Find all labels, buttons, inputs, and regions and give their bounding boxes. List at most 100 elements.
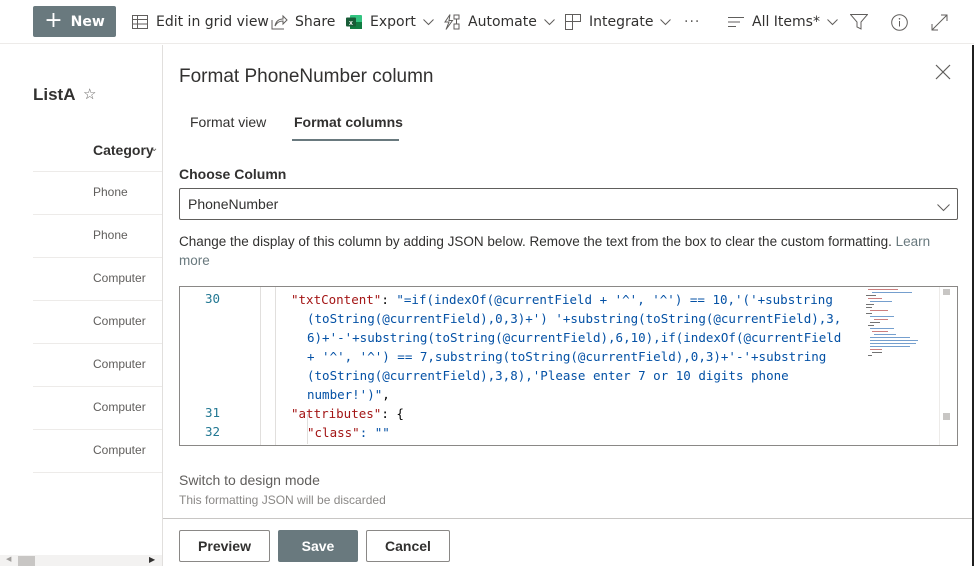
scrollbar-thumb[interactable]: [943, 289, 950, 295]
editor-vertical-scrollbar[interactable]: [939, 287, 957, 445]
export-label: Export: [370, 14, 416, 30]
minimap-line: [866, 304, 874, 305]
json-key: "txtContent": [291, 292, 382, 307]
info-icon[interactable]: [888, 11, 910, 33]
command-bar: + New Edit in grid view Share x Export A…: [0, 0, 974, 44]
description-text: Change the display of this column by add…: [179, 234, 892, 249]
chevron-down-icon: [827, 14, 838, 30]
automate-label: Automate: [468, 14, 537, 30]
share-button[interactable]: Share: [270, 0, 335, 44]
minimap-line: [872, 352, 882, 353]
automate-icon: [443, 13, 461, 31]
list-row[interactable]: Computer: [33, 343, 162, 386]
new-button[interactable]: + New: [33, 6, 116, 37]
row-divider: [33, 472, 162, 473]
category-cell: Computer: [93, 271, 146, 285]
minimap-line: [870, 328, 894, 329]
code-wrap-line: (toString(@currentField),3,8),'Please en…: [307, 368, 789, 383]
category-cell: Phone: [93, 185, 128, 199]
minimap-line: [874, 319, 888, 320]
column-header-category[interactable]: Category: [93, 142, 154, 158]
minimap-line: [868, 325, 874, 326]
design-mode-note: This formatting JSON will be discarded: [179, 493, 386, 507]
minimap-line: [866, 295, 876, 296]
integrate-button[interactable]: Integrate: [564, 0, 672, 44]
line-number: 30: [204, 291, 220, 306]
list-row[interactable]: Phone: [33, 214, 162, 257]
list-row[interactable]: Phone: [33, 171, 162, 214]
view-selector[interactable]: All Items*: [727, 0, 838, 44]
tab-format-columns[interactable]: Format columns: [294, 114, 403, 130]
code-wrap-line: (toString(@currentField),0,3)+') '+subst…: [307, 311, 842, 326]
minimap-line: [870, 343, 916, 344]
expand-icon[interactable]: [928, 11, 950, 33]
scroll-right-icon[interactable]: ▶: [149, 555, 155, 564]
favorite-star-icon[interactable]: ☆: [83, 85, 96, 103]
save-button[interactable]: Save: [278, 530, 358, 562]
scrollbar-thumb[interactable]: [18, 556, 35, 566]
edit-grid-view-button[interactable]: Edit in grid view: [131, 0, 269, 44]
indent-guide: [260, 287, 261, 445]
minimap-line: [870, 310, 888, 311]
share-label: Share: [295, 14, 336, 30]
panel-title: Format PhoneNumber column: [179, 66, 434, 87]
scroll-left-icon[interactable]: ◀: [6, 555, 11, 563]
switch-to-design-mode-link[interactable]: Switch to design mode: [179, 472, 320, 488]
line-number: 31: [204, 405, 220, 420]
minimap-line: [870, 322, 880, 323]
code-line: "attributes": {: [291, 406, 404, 421]
minimap-line: [872, 292, 912, 293]
view-label: All Items*: [752, 14, 820, 30]
code-wrap-line: + '^', '^') == 7,substring(toString(@cur…: [307, 349, 827, 364]
category-cell: Computer: [93, 357, 146, 371]
list-row[interactable]: Computer: [33, 386, 162, 429]
plus-icon: +: [44, 7, 63, 33]
minimap-line: [870, 301, 892, 302]
editor-minimap[interactable]: [864, 289, 936, 379]
code-wrap-line: number!')",: [307, 387, 390, 402]
more-icon: ···: [684, 14, 701, 30]
edit-grid-view-label: Edit in grid view: [156, 14, 269, 30]
list-row[interactable]: Computer: [33, 300, 162, 343]
choose-column-label: Choose Column: [179, 166, 287, 182]
share-icon: [270, 13, 288, 31]
format-description: Change the display of this column by add…: [179, 232, 964, 270]
filter-icon[interactable]: [848, 11, 870, 33]
column-dropdown[interactable]: PhoneNumber: [179, 188, 958, 220]
integrate-icon: [564, 13, 582, 31]
format-column-panel: Format PhoneNumber column Format view Fo…: [162, 45, 974, 566]
chevron-down-icon: [937, 197, 950, 216]
code-line: "class": "": [307, 425, 390, 440]
horizontal-scrollbar[interactable]: ◀ ▶: [0, 555, 162, 566]
view-lines-icon: [727, 13, 745, 31]
category-cell: Phone: [93, 228, 128, 242]
automate-button[interactable]: Automate: [443, 0, 555, 44]
minimap-line: [874, 334, 896, 335]
chevron-down-icon: ⌄: [150, 143, 159, 154]
column-dropdown-value: PhoneNumber: [188, 196, 279, 212]
preview-button[interactable]: Preview: [179, 530, 270, 562]
code-line: "txtContent": "=if(indexOf(@currentField…: [291, 292, 833, 307]
minimap-line: [872, 331, 888, 332]
list-pane: ListA ☆ Category ⌄ Phone Phone Computer …: [0, 45, 162, 566]
tab-format-view[interactable]: Format view: [190, 114, 266, 130]
category-cell: Computer: [93, 400, 146, 414]
cancel-button[interactable]: Cancel: [366, 530, 450, 562]
more-options-button[interactable]: ···: [684, 0, 700, 44]
grid-icon: [131, 13, 149, 31]
json-string: "=if(indexOf(@currentField + '^', '^') =…: [396, 292, 833, 307]
minimap-line: [866, 307, 872, 308]
chevron-down-icon: [660, 14, 672, 30]
close-icon[interactable]: [935, 64, 953, 82]
footer-divider: [163, 518, 974, 519]
list-row[interactable]: Computer: [33, 257, 162, 300]
indent-guide: [275, 287, 276, 445]
list-row[interactable]: Computer: [33, 429, 162, 472]
minimap-line: [868, 289, 898, 290]
json-code-editor[interactable]: 30 "txtContent": "=if(indexOf(@currentFi…: [179, 286, 958, 446]
minimap-line: [866, 313, 872, 314]
chevron-down-icon: [422, 14, 434, 30]
minimap-line: [870, 316, 894, 317]
excel-icon: x: [345, 13, 363, 31]
export-button[interactable]: x Export: [345, 0, 434, 44]
